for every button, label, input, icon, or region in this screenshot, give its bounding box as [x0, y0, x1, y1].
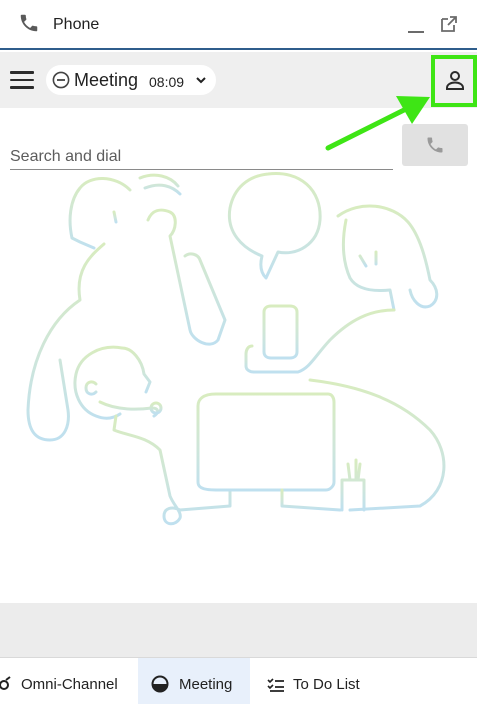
phone-icon [20, 14, 38, 32]
popout-icon[interactable] [439, 14, 459, 34]
status-label: Meeting [74, 70, 139, 90]
call-icon [427, 137, 443, 153]
tab-to-do-list-label: To Do List [293, 676, 360, 693]
meeting-status-icon [151, 675, 169, 693]
todo-list-icon [267, 678, 284, 692]
footer-strip [0, 603, 477, 657]
tab-to-do-list[interactable]: To Do List [262, 658, 402, 704]
user-icon [446, 71, 464, 90]
empty-state-illustration [26, 172, 446, 526]
tab-omni-channel-label: Omni-Channel [21, 676, 118, 693]
chevron-down-icon [196, 77, 206, 84]
status-timer: 08:09 [149, 74, 185, 90]
menu-icon[interactable] [10, 70, 34, 90]
minimize-icon[interactable] [406, 18, 426, 34]
user-profile-button[interactable] [431, 55, 477, 107]
tab-meeting[interactable]: Meeting [138, 658, 250, 704]
tab-omni-channel[interactable]: Omni-Channel [0, 658, 135, 704]
window-titlebar: Phone [0, 0, 477, 50]
busy-status-icon [52, 71, 70, 89]
presence-status-dropdown[interactable]: Meeting 08:09 [46, 65, 216, 95]
bottom-navigation: Omni-Channel Meeting To Do List [0, 657, 477, 704]
omni-channel-icon [0, 676, 11, 690]
window-title: Phone [53, 16, 100, 33]
tab-meeting-label: Meeting [179, 676, 233, 693]
